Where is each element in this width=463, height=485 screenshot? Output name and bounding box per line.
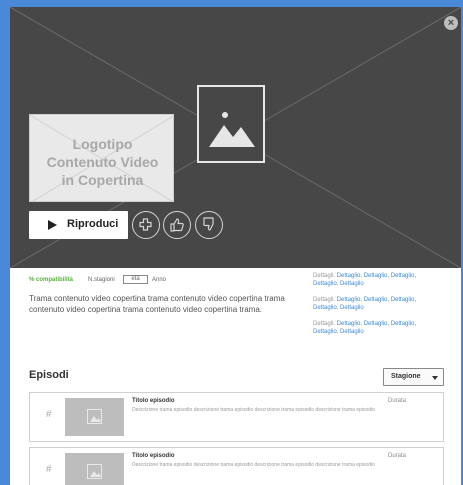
episode-thumbnail — [65, 398, 124, 436]
hero-banner: Logotipo Contenuto Video in Copertina Ri… — [10, 7, 461, 268]
play-button-label: Riproduci — [67, 218, 119, 230]
details-label: Dettagli: — [313, 297, 336, 303]
episode-row[interactable]: # Titolo episodio Descrizione trama epis… — [29, 447, 444, 485]
play-button[interactable]: Riproduci — [29, 211, 128, 239]
episode-duration: Durata — [388, 398, 407, 404]
episode-number: # — [46, 464, 52, 475]
episode-row[interactable]: # Titolo episodio Descrizione trama epis… — [29, 392, 444, 442]
episode-description: Descrizione trama episodio descrizione t… — [132, 407, 375, 413]
synopsis-text: Trama contenuto video copertina trama co… — [29, 294, 285, 314]
episode-title: Titolo episodio — [132, 453, 175, 459]
cover-logo-text: Logotipo Contenuto Video in Copertina — [46, 136, 159, 188]
details-label: Dettagli: — [313, 273, 336, 279]
thumbs-up-icon — [170, 218, 184, 232]
dislike-button[interactable] — [195, 211, 223, 239]
episodes-heading: Episodi — [29, 369, 69, 381]
close-button[interactable]: × — [444, 16, 458, 30]
episode-description: Descrizione trama episodio descrizione t… — [132, 462, 375, 468]
details-group-3: Dettagli: Dettaglio, Dettaglio, Dettagli… — [313, 321, 433, 336]
seasons-count: N.stagioni — [88, 277, 115, 283]
season-select-label: Stagione — [391, 373, 421, 380]
episode-title: Titolo episodio — [132, 398, 175, 404]
episode-duration: Durata — [388, 453, 407, 459]
thumbs-down-icon — [203, 217, 214, 231]
age-rating-badge: età — [123, 275, 148, 284]
image-icon — [87, 464, 102, 479]
hero-image-icon — [197, 85, 265, 163]
episode-thumbnail — [65, 453, 124, 485]
close-icon: × — [447, 17, 455, 29]
cover-logo-placeholder: Logotipo Contenuto Video in Copertina — [29, 114, 174, 202]
season-select[interactable]: Stagione — [383, 368, 444, 386]
chevron-down-icon — [432, 376, 438, 380]
plus-icon — [139, 218, 152, 231]
details-label: Dettagli: — [313, 321, 336, 327]
details-group-1: Dettagli: Dettaglio, Dettaglio, Dettagli… — [313, 273, 433, 288]
match-percentage: % compatibilità — [29, 277, 74, 283]
release-year: Anno — [152, 277, 167, 283]
details-group-2: Dettagli: Dettaglio, Dettaglio, Dettagli… — [313, 297, 433, 312]
image-icon — [87, 409, 102, 424]
title-detail-modal: Logotipo Contenuto Video in Copertina Ri… — [10, 7, 461, 485]
episode-number: # — [46, 409, 52, 420]
add-to-list-button[interactable] — [132, 211, 160, 239]
play-icon — [48, 220, 57, 230]
like-button[interactable] — [163, 211, 191, 239]
